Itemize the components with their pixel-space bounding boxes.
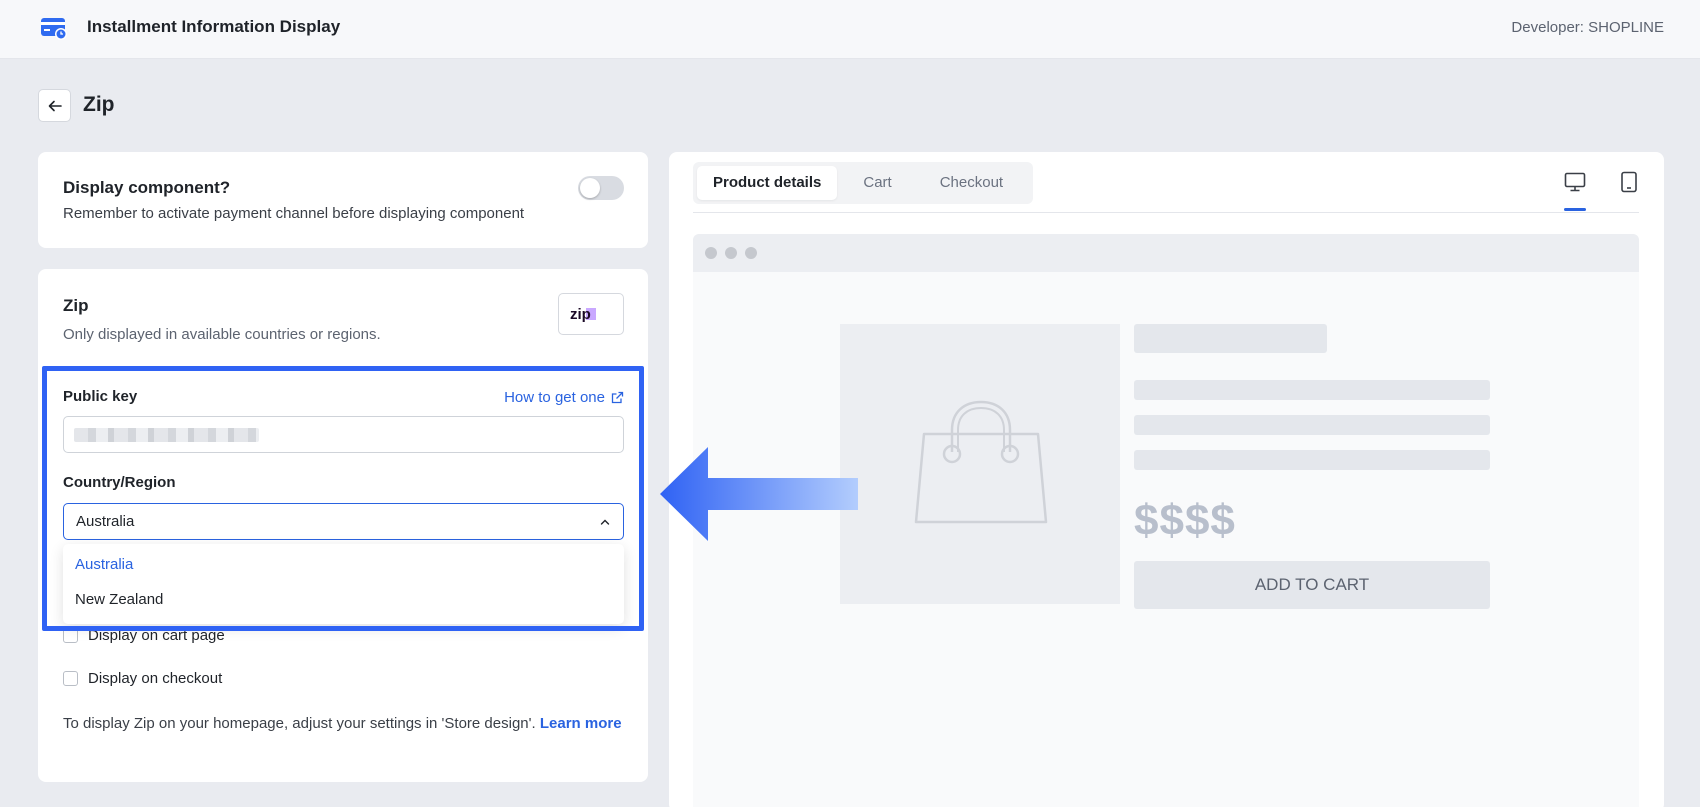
country-region-select[interactable]: Australia: [63, 503, 624, 540]
display-component-toggle[interactable]: [578, 176, 624, 200]
zip-logo: zip: [558, 293, 624, 335]
display-component-description: Remember to activate payment channel bef…: [63, 205, 525, 222]
developer-label: Developer: SHOPLINE: [1511, 19, 1664, 36]
tab-checkout[interactable]: Checkout: [918, 166, 1025, 200]
display-on-cart-checkbox-row[interactable]: Display on cart page: [63, 627, 225, 644]
desktop-icon[interactable]: [1563, 170, 1587, 194]
zip-logo-mark: zip: [570, 306, 596, 323]
masked-public-key: [74, 428, 259, 442]
display-on-checkout-checkbox[interactable]: [63, 671, 78, 686]
browser-dot: [725, 247, 737, 259]
public-key-input[interactable]: [63, 416, 624, 453]
display-on-checkout-label: Display on checkout: [88, 670, 223, 687]
display-on-cart-label: Display on cart page: [88, 627, 225, 644]
shopping-bag-icon: [914, 400, 1048, 524]
display-component-card: Display component? Remember to activate …: [38, 152, 648, 248]
app-card-icon: [41, 18, 67, 40]
browser-bar: [693, 234, 1639, 272]
product-image-placeholder: [840, 324, 1120, 604]
display-on-checkout-checkbox-row[interactable]: Display on checkout: [63, 670, 222, 687]
zip-card-title: Zip: [63, 296, 89, 315]
option-australia[interactable]: Australia: [75, 556, 133, 573]
country-region-label: Country/Region: [63, 474, 176, 491]
active-device-indicator: [1564, 208, 1586, 211]
homepage-note: To display Zip on your homepage, adjust …: [63, 712, 623, 735]
browser-dot: [705, 247, 717, 259]
top-bar: Installment Information Display Develope…: [0, 0, 1700, 59]
title-skeleton: [1134, 324, 1327, 353]
tab-cart[interactable]: Cart: [841, 166, 913, 200]
public-key-label: Public key: [63, 388, 138, 405]
tab-product-details[interactable]: Product details: [697, 166, 838, 200]
toggle-knob: [580, 178, 600, 198]
text-skeleton: [1134, 380, 1490, 400]
back-button[interactable]: [38, 89, 71, 122]
app-title: Installment Information Display: [87, 17, 341, 36]
country-region-selected: Australia: [76, 513, 135, 530]
text-skeleton: [1134, 415, 1490, 435]
preview-tabs: Product details Cart Checkout: [693, 162, 1034, 204]
homepage-note-text: To display Zip on your homepage, adjust …: [63, 715, 536, 732]
how-to-get-one-label: How to get one: [504, 389, 605, 406]
tabs-divider: [693, 212, 1639, 213]
learn-more-link[interactable]: Learn more: [540, 715, 622, 732]
zip-card-description: Only displayed in available countries or…: [63, 326, 381, 343]
add-to-cart-button[interactable]: ADD TO CART: [1134, 561, 1490, 609]
svg-text:zip: zip: [570, 306, 591, 323]
pointer-arrow: [660, 447, 858, 541]
browser-dot: [745, 247, 757, 259]
how-to-get-one-link[interactable]: How to get one: [504, 389, 624, 406]
display-on-cart-checkbox[interactable]: [63, 628, 78, 643]
text-skeleton: [1134, 450, 1490, 470]
back-arrow-icon: [48, 100, 62, 111]
country-region-dropdown: Australia New Zealand: [63, 544, 624, 624]
page-title: Zip: [83, 93, 115, 116]
zip-settings-card: Zip Only displayed in available countrie…: [38, 269, 648, 782]
option-new-zealand[interactable]: New Zealand: [75, 591, 163, 608]
chevron-up-icon: [600, 519, 610, 525]
external-link-icon: [611, 391, 624, 404]
mobile-icon[interactable]: [1617, 170, 1641, 194]
price-placeholder: $$$$: [1134, 496, 1236, 545]
display-component-title: Display component?: [63, 178, 231, 197]
